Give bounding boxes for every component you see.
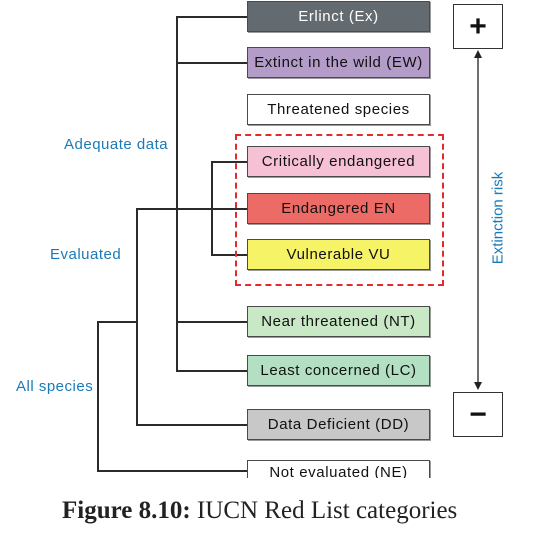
low-risk-sign: −: [453, 392, 503, 437]
connector-dd: [136, 424, 247, 426]
extinction-risk-arrow: [474, 50, 482, 390]
category-label: Data Deficient (DD): [267, 416, 410, 433]
connector-ne: [97, 470, 247, 472]
category-least-concerned: Least concerned (LC): [247, 355, 430, 386]
adequate-data-branch: [176, 16, 178, 372]
high-risk-sign: +: [453, 4, 503, 49]
category-label: Endangered EN: [281, 200, 396, 217]
arrow-up-head: [474, 50, 482, 58]
category-near-threatened: Near threatened (NT): [247, 306, 430, 337]
category-label: Least concerned (LC): [260, 362, 417, 379]
figure-caption: Figure 8.10: IUCN Red List categories: [62, 497, 457, 525]
category-label: Threatened species: [267, 101, 410, 118]
category-label: Erlinct (Ex): [298, 8, 379, 25]
connector-nt: [176, 321, 247, 323]
category-extinct: Erlinct (Ex): [247, 1, 430, 32]
crop-mask: [230, 478, 440, 488]
connector-ex: [176, 16, 247, 18]
category-label: Vulnerable VU: [286, 246, 391, 263]
category-critically-endangered: Critically endangered: [247, 146, 430, 177]
category-label: Extinct in the wild (EW): [254, 54, 423, 71]
connector-lc: [176, 370, 247, 372]
category-data-deficient: Data Deficient (DD): [247, 409, 430, 440]
all-species-branch: [97, 321, 99, 472]
category-threatened-species: Threatened species: [247, 94, 430, 125]
category-extinct-in-wild: Extinct in the wild (EW): [247, 47, 430, 78]
label-adequate-data: Adequate data: [64, 136, 169, 153]
label-all-species: All species: [16, 378, 94, 395]
caption-text: IUCN Red List categories: [190, 497, 458, 524]
category-endangered: Endangered EN: [247, 193, 430, 224]
connector-evaluated: [97, 321, 137, 323]
evaluated-branch: [136, 208, 138, 426]
arrow-down-head: [474, 382, 482, 390]
category-not-evaluated: Not evaluated (NE): [247, 460, 430, 480]
label-evaluated: Evaluated: [50, 246, 122, 263]
extinction-risk-label: Extinction risk: [489, 171, 507, 265]
connector-en: [136, 208, 247, 210]
caption-number: Figure 8.10:: [62, 497, 191, 524]
category-label: Critically endangered: [261, 153, 416, 170]
category-vulnerable: Vulnerable VU: [247, 239, 430, 270]
category-label: Near threatened (NT): [261, 313, 416, 330]
connector-ew: [176, 62, 247, 64]
